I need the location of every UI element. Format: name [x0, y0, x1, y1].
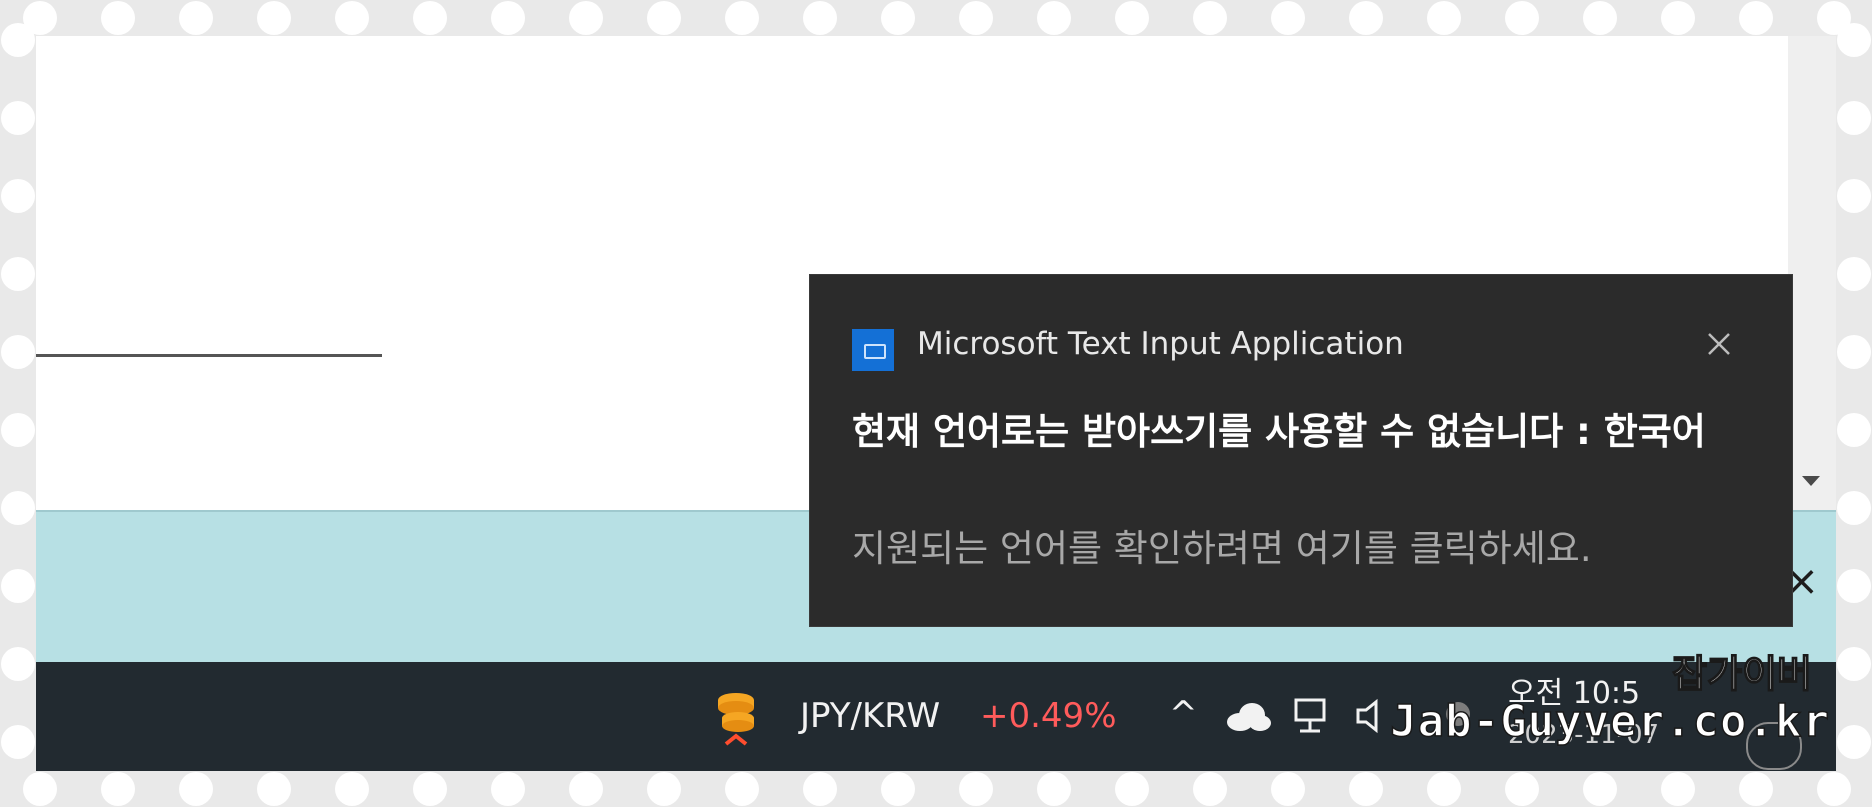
scroll-down-arrow-icon[interactable]: [1802, 476, 1820, 486]
stamp-dot: [803, 1, 837, 35]
stamp-dot: [881, 1, 915, 35]
stamp-dot: [257, 772, 291, 806]
toast-body-link[interactable]: 지원되는 언어를 확인하려면 여기를 클릭하세요.: [852, 518, 1592, 572]
stamp-dot: [1505, 1, 1539, 35]
stamp-dot: [1837, 179, 1871, 213]
stamp-dot: [1271, 1, 1305, 35]
stamp-dot: [491, 1, 525, 35]
stamp-dot: [1349, 1, 1383, 35]
stamp-dot: [1837, 101, 1871, 135]
close-icon[interactable]: [1699, 324, 1739, 364]
stamp-dot: [1, 647, 35, 681]
stamp-dot: [1271, 772, 1305, 806]
stamp-dot: [179, 1, 213, 35]
stamp-dot: [569, 1, 603, 35]
tray-overflow-chevron-icon[interactable]: ^: [1169, 694, 1198, 734]
stamp-dot: [101, 1, 135, 35]
stamp-dot: [647, 1, 681, 35]
stamp-dot: [1, 257, 35, 291]
toast-app-name: Microsoft Text Input Application: [917, 326, 1404, 362]
stamp-dot: [725, 1, 759, 35]
stamp-dot: [1349, 772, 1383, 806]
text-underline: [36, 354, 382, 357]
stamp-dot: [1837, 23, 1871, 57]
cloud-icon[interactable]: [1224, 702, 1272, 732]
stamp-dot: [1837, 413, 1871, 447]
stamp-dot: [1837, 335, 1871, 369]
stamp-dot: [725, 772, 759, 806]
stock-coin-icon[interactable]: [716, 690, 756, 750]
stamp-dot: [1837, 725, 1871, 759]
stamp-dot: [1505, 772, 1539, 806]
stamp-dot: [1427, 772, 1461, 806]
stamp-dot: [1739, 772, 1773, 806]
stamp-dot: [1837, 491, 1871, 525]
stamp-dot: [1, 179, 35, 213]
stamp-dot: [413, 1, 447, 35]
stock-change-value[interactable]: +0.49%: [980, 696, 1117, 736]
watermark-url: Jab-Guyver.co.kr: [1389, 695, 1830, 748]
stamp-dot: [1661, 1, 1695, 35]
stamp-dot: [1817, 772, 1851, 806]
stamp-dot: [1427, 1, 1461, 35]
stamp-dot: [1, 23, 35, 57]
stamp-dot: [1193, 1, 1227, 35]
stamp-dot: [803, 772, 837, 806]
stamp-dot: [959, 1, 993, 35]
stamp-dot: [647, 772, 681, 806]
stamp-dot: [1583, 772, 1617, 806]
watermark: 잡가이버 Jab-Guyver.co.kr: [1330, 651, 1830, 748]
stamp-dot: [101, 772, 135, 806]
stamp-dot: [1115, 1, 1149, 35]
stamp-dot: [569, 772, 603, 806]
stamp-dot: [1739, 1, 1773, 35]
stamp-dot: [257, 1, 291, 35]
stamp-dot: [1193, 772, 1227, 806]
stamp-dot: [1837, 257, 1871, 291]
stamp-dot: [335, 1, 369, 35]
toast-notification[interactable]: Microsoft Text Input Application 현재 언어로는…: [809, 274, 1793, 627]
stock-pair-label[interactable]: JPY/KRW: [800, 696, 940, 736]
stamp-dot: [1, 335, 35, 369]
stamp-dot: [179, 772, 213, 806]
stamp-dot: [1115, 772, 1149, 806]
stamp-dot: [1, 569, 35, 603]
stamp-dot: [23, 772, 57, 806]
stamp-dot: [1, 101, 35, 135]
stamp-dot: [491, 772, 525, 806]
scrollbar[interactable]: [1788, 36, 1836, 510]
stamp-dot: [1837, 569, 1871, 603]
stamp-dot: [1583, 1, 1617, 35]
watermark-korean: 잡가이버: [1671, 651, 1812, 697]
stamp-dot: [1837, 647, 1871, 681]
stamp-dot: [1037, 772, 1071, 806]
stamp-dot: [1037, 1, 1071, 35]
stamp-dot: [1661, 772, 1695, 806]
stamp-dot: [1, 413, 35, 447]
stamp-dot: [1, 491, 35, 525]
stamp-dot: [335, 772, 369, 806]
toast-title: 현재 언어로는 받아쓰기를 사용할 수 없습니다 : 한국어: [852, 410, 1706, 453]
stamp-dot: [1, 725, 35, 759]
stamp-dot: [881, 772, 915, 806]
stamp-dot: [413, 772, 447, 806]
stamp-dot: [959, 772, 993, 806]
keyboard-icon: [852, 329, 894, 371]
